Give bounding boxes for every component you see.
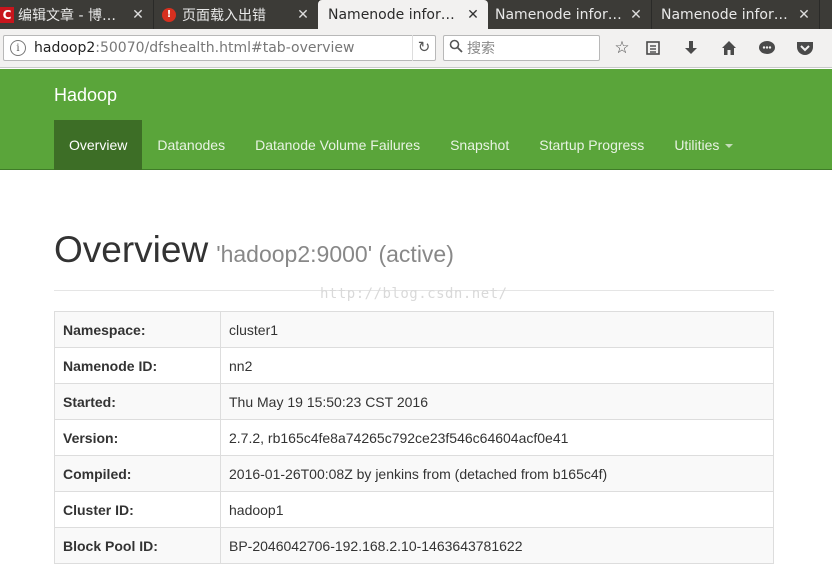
tab-overview[interactable]: Overview xyxy=(54,120,143,170)
table-row: Version: 2.7.2, rb165c4fe8a74265c792ce23f… xyxy=(54,419,774,456)
row-value: 2.7.2, rb165c4fe8a74265c792ce23f546c6460… xyxy=(220,419,774,456)
table-row: Namespace: cluster1 xyxy=(54,311,774,348)
reload-icon[interactable]: ↻ xyxy=(412,35,435,61)
page-title: Overview 'hadoop2:9000' (active) xyxy=(54,229,454,271)
main-nav: Overview Datanodes Datanode Volume Failu… xyxy=(54,120,748,170)
table-row: Cluster ID: hadoop1 xyxy=(54,491,774,528)
browser-tab-title: Namenode infor… xyxy=(495,6,622,23)
row-value: nn2 xyxy=(220,347,774,384)
url-host: hadoop2 xyxy=(34,40,96,56)
close-icon[interactable]: ✕ xyxy=(129,7,147,23)
url-text[interactable]: hadoop2:50070/dfshealth.html#tab-overvie… xyxy=(34,40,412,56)
browser-toolbar: i hadoop2:50070/dfshealth.html#tab-overv… xyxy=(0,29,832,68)
close-icon[interactable]: ✕ xyxy=(464,7,482,23)
table-row: Namenode ID: nn2 xyxy=(54,347,774,384)
search-icon xyxy=(449,39,467,57)
browser-tab-csdn[interactable]: C 编辑文章 - 博… ✕ xyxy=(0,0,154,29)
brand-logo[interactable]: Hadoop xyxy=(54,85,117,106)
tab-utilities-label: Utilities xyxy=(674,137,720,153)
pocket-icon[interactable] xyxy=(794,36,816,60)
browser-tab-title: Namenode infor… xyxy=(328,6,455,23)
bookmark-star-icon[interactable]: ☆ xyxy=(611,36,633,60)
url-bar[interactable]: i hadoop2:50070/dfshealth.html#tab-overv… xyxy=(3,35,436,61)
browser-tab-error[interactable]: ! 页面载入出错 ✕ xyxy=(154,0,319,29)
browser-tab-namenode-3[interactable]: Namenode infor… ✕ xyxy=(652,0,820,29)
row-value: Thu May 19 15:50:23 CST 2016 xyxy=(220,383,774,420)
page-title-main: Overview xyxy=(54,229,209,270)
browser-tab-bar: C 编辑文章 - 博… ✕ ! 页面载入出错 ✕ Namenode infor…… xyxy=(0,0,832,29)
download-icon[interactable] xyxy=(680,36,702,60)
browser-tab-title: 页面载入出错 xyxy=(182,7,266,24)
error-icon: ! xyxy=(162,7,176,22)
row-label: Cluster ID: xyxy=(54,491,221,528)
row-label: Started: xyxy=(54,383,221,420)
row-label: Namespace: xyxy=(54,311,221,348)
hadoop-navbar: Hadoop Overview Datanodes Datanode Volum… xyxy=(0,69,832,170)
reading-list-icon[interactable] xyxy=(642,36,664,60)
chat-icon[interactable] xyxy=(756,36,778,60)
page-title-sub: 'hadoop2:9000' (active) xyxy=(216,241,454,267)
tab-snapshot[interactable]: Snapshot xyxy=(435,120,524,170)
row-label: Version: xyxy=(54,419,221,456)
overview-table: Namespace: cluster1 Namenode ID: nn2 Start… xyxy=(54,311,774,564)
url-path: :50070/dfshealth.html#tab-overview xyxy=(95,40,355,56)
close-icon[interactable]: ✕ xyxy=(294,7,312,23)
row-value: cluster1 xyxy=(220,311,774,348)
close-icon[interactable]: ✕ xyxy=(627,7,645,23)
tab-datanodes[interactable]: Datanodes xyxy=(142,120,240,170)
row-label: Namenode ID: xyxy=(54,347,221,384)
tab-utilities[interactable]: Utilities xyxy=(659,120,748,170)
row-value: hadoop1 xyxy=(220,491,774,528)
csdn-icon: C xyxy=(0,6,14,23)
row-label: Compiled: xyxy=(54,455,221,492)
table-row: Started: Thu May 19 15:50:23 CST 2016 xyxy=(54,383,774,420)
row-label: Block Pool ID: xyxy=(54,527,221,564)
close-icon[interactable]: ✕ xyxy=(795,7,813,23)
browser-tab-title: Namenode infor… xyxy=(661,6,788,23)
caret-down-icon xyxy=(725,144,734,148)
row-value: 2016-01-26T00:08Z by jenkins from (detac… xyxy=(220,455,774,492)
tab-startup-progress[interactable]: Startup Progress xyxy=(524,120,659,170)
browser-tab-namenode-active[interactable]: Namenode infor… ✕ xyxy=(318,0,488,29)
search-placeholder: 搜索 xyxy=(467,41,495,57)
browser-tab-namenode-2[interactable]: Namenode infor… ✕ xyxy=(488,0,652,29)
tab-datanode-volume-failures[interactable]: Datanode Volume Failures xyxy=(240,120,435,170)
row-value: BP-2046042706-192.168.2.10-1463643781622 xyxy=(220,527,774,564)
table-row: Compiled: 2016-01-26T00:08Z by jenkins fr… xyxy=(54,455,774,492)
browser-tab-title: 编辑文章 - 博… xyxy=(18,7,116,24)
home-icon[interactable] xyxy=(718,36,740,60)
table-row: Block Pool ID: BP-2046042706-192.168.2.10… xyxy=(54,527,774,564)
watermark: http://blog.csdn.net/ xyxy=(320,286,508,302)
site-info-icon[interactable]: i xyxy=(10,40,26,56)
search-input[interactable]: 搜索 xyxy=(443,35,600,61)
